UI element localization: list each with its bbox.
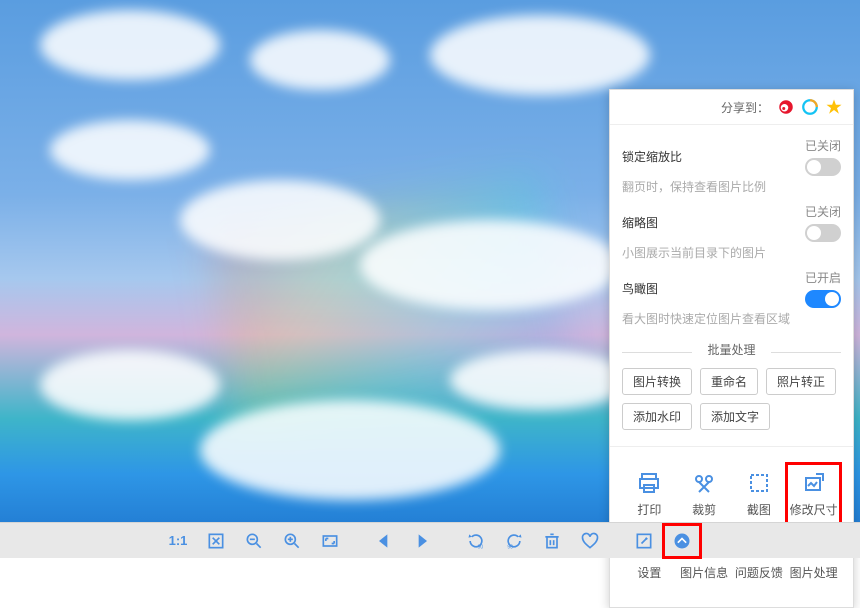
actual-size-button[interactable]: 1:1 [161,526,195,556]
arrow-right-icon [412,531,432,551]
rotate-right-button[interactable]: 90 [497,526,531,556]
feedback-label: 问题反馈 [735,564,783,581]
screenshot-icon [747,471,771,495]
favorite-button[interactable] [573,526,607,556]
chip-rename[interactable]: 重命名 [700,368,758,395]
image-content [450,350,630,410]
thumbnail-desc: 小图展示当前目录下的图片 [622,244,841,261]
birdview-status: 已开启 [805,269,841,286]
image-content [50,120,210,180]
zoom-in-icon [282,531,302,551]
crop-button[interactable]: 裁剪 [677,463,732,526]
edit-icon [634,531,654,551]
print-button[interactable]: 打印 [622,463,677,526]
lock-ratio-status: 已关闭 [805,137,841,154]
image-content [200,400,500,500]
image-content [250,30,390,90]
birdview-desc: 看大图时快速定位图片查看区域 [622,310,841,327]
image-content [180,180,380,260]
thumbnail-status: 已关闭 [805,203,841,220]
batch-chips: 图片转换 重命名 照片转正 添加水印 添加文字 [622,368,841,438]
process-label: 图片处理 [790,564,838,581]
heart-icon [580,531,600,551]
qq-icon[interactable] [801,98,819,116]
share-label: 分享到： [721,99,769,116]
zoom-out-icon [244,531,264,551]
crop-label: 裁剪 [692,501,716,518]
fit-screen-icon [206,531,226,551]
qzone-icon[interactable] [825,98,843,116]
settings-label: 设置 [637,564,661,581]
resize-button[interactable]: 修改尺寸 [786,463,841,526]
birdview-title: 鸟瞰图 [622,280,658,297]
svg-text:90: 90 [478,544,484,550]
arrow-left-icon [374,531,394,551]
resize-label: 修改尺寸 [790,501,838,518]
rotate-left-icon: 90 [466,531,486,551]
trash-icon [542,531,562,551]
crop-icon [692,471,716,495]
lock-ratio-desc: 翻页时，保持查看图片比例 [622,178,841,195]
chip-watermark[interactable]: 添加水印 [622,403,692,430]
print-icon [637,471,661,495]
ratio-label: 1:1 [169,533,188,548]
birdview-toggle[interactable] [805,290,841,308]
print-label: 打印 [637,501,661,518]
resize-icon [802,471,826,495]
prev-button[interactable] [367,526,401,556]
zoom-out-button[interactable] [237,526,271,556]
info-label: 图片信息 [680,564,728,581]
chevron-up-icon [672,531,692,551]
collapse-panel-button[interactable] [665,526,699,556]
image-content [40,10,220,80]
image-content [430,15,650,95]
fit-screen-button[interactable] [199,526,233,556]
rotate-left-button[interactable]: 90 [459,526,493,556]
weibo-icon[interactable] [777,98,795,116]
lock-ratio-toggle[interactable] [805,158,841,176]
divider [610,446,853,447]
bottom-toolbar: 1:1 90 90 [0,522,860,558]
fullscreen-button[interactable] [313,526,347,556]
delete-button[interactable] [535,526,569,556]
thumbnail-title: 缩略图 [622,214,658,231]
thumbnail-toggle[interactable] [805,224,841,242]
zoom-in-button[interactable] [275,526,309,556]
screenshot-label: 截图 [747,501,771,518]
rotate-right-icon: 90 [504,531,524,551]
share-row: 分享到： [610,90,853,125]
chip-add-text[interactable]: 添加文字 [700,403,770,430]
fullscreen-icon [320,531,340,551]
chip-photo-rotate[interactable]: 照片转正 [766,368,836,395]
lock-ratio-title: 锁定缩放比 [622,148,682,165]
next-button[interactable] [405,526,439,556]
chip-image-convert[interactable]: 图片转换 [622,368,692,395]
image-content [40,350,220,420]
svg-text:90: 90 [507,544,513,550]
image-content [360,220,620,310]
batch-section-title: 批量处理 [622,335,841,368]
screenshot-button[interactable]: 截图 [732,463,787,526]
image-viewer-root: 分享到： 锁定缩放比 已关闭 翻页时，保持查看图片比例 缩略图 已关闭 [0,0,860,558]
edit-button[interactable] [627,526,661,556]
